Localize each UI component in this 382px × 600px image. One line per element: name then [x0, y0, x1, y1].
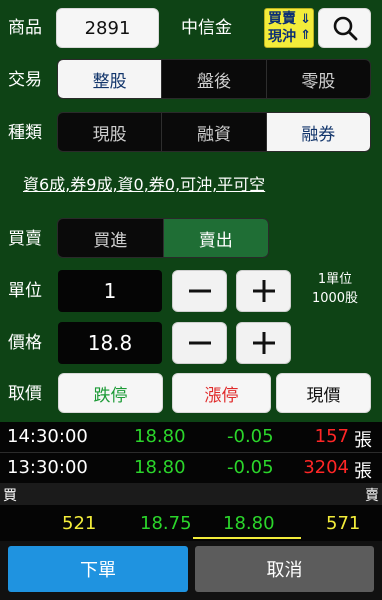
tick-unit: 張	[354, 430, 372, 451]
ask-price-underline	[193, 537, 301, 539]
current-price-label: 現價	[306, 385, 341, 406]
kind-option-short[interactable]: 融券	[266, 113, 370, 151]
tick-volume: 3204	[303, 457, 349, 478]
bid-header: 買	[3, 488, 17, 504]
price-label: 價格	[8, 333, 42, 353]
margin-info-line: 資6成,券9成,資0,券0,可沖,平可空	[23, 175, 266, 194]
minus-icon	[188, 289, 211, 293]
bid-price: 18.75	[140, 513, 192, 534]
search-icon	[333, 16, 357, 41]
submit-order-button[interactable]: 下單	[8, 546, 188, 592]
order-book-header: 買 賣	[0, 483, 382, 505]
order-kind-segment: 現股 融資 融券	[57, 112, 371, 152]
order-book-row: 521 18.75 18.80 571	[0, 505, 382, 541]
limit-up-label: 漲停	[204, 385, 239, 406]
tick-price: 18.80	[134, 457, 186, 478]
side-label: 買賣	[8, 229, 42, 249]
tick-row: 13:30:00 18.80 -0.05 3204 張	[0, 453, 382, 483]
submit-order-label: 下單	[80, 560, 116, 581]
tick-volume: 157	[314, 426, 349, 447]
cancel-label: 取消	[266, 560, 303, 581]
unit-note-1: 1單位	[317, 272, 353, 287]
unit-quantity-field[interactable]: 1	[58, 270, 162, 312]
ask-header: 賣	[365, 488, 379, 504]
price-decrement-button[interactable]	[172, 322, 227, 364]
price-value: 18.8	[87, 331, 133, 355]
trade-option-after-hours[interactable]: 盤後	[162, 60, 267, 98]
limit-up-button[interactable]: 漲停	[172, 373, 271, 413]
trade-option-odd-lot[interactable]: 零股	[267, 60, 370, 98]
fetch-price-label: 取價	[8, 384, 42, 404]
stock-code-input[interactable]: 2891	[56, 8, 159, 48]
tick-unit: 張	[354, 461, 372, 482]
trade-type-segment: 整股 盤後 零股	[57, 59, 371, 99]
current-price-button[interactable]: 現價	[276, 373, 371, 413]
search-button[interactable]	[318, 8, 371, 48]
double-arrow-icon: ⇓ ⇑	[300, 12, 311, 43]
side-option-sell[interactable]: 賣出	[163, 219, 268, 257]
tick-row: 14:30:00 18.80 -0.05 157 張	[0, 422, 382, 452]
price-field[interactable]: 18.8	[58, 322, 162, 364]
unit-quantity-value: 1	[103, 279, 117, 303]
ask-price: 18.80	[223, 513, 275, 534]
product-label: 商品	[8, 18, 42, 38]
daytrade-badge-line1: 買賣	[268, 11, 296, 27]
tick-time: 14:30:00	[7, 426, 88, 447]
trade-label: 交易	[8, 70, 42, 90]
unit-decrement-button[interactable]	[172, 270, 227, 312]
limit-down-button[interactable]: 跌停	[58, 373, 163, 413]
minus-icon	[188, 341, 211, 345]
limit-down-label: 跌停	[93, 385, 128, 406]
unit-label: 單位	[8, 281, 42, 301]
ask-quantity: 571	[326, 513, 361, 534]
trade-option-board-lot[interactable]: 整股	[58, 60, 163, 98]
tick-price: 18.80	[134, 426, 186, 447]
tick-change: -0.05	[227, 426, 274, 447]
tick-time: 13:30:00	[7, 457, 88, 478]
plus-icon	[252, 280, 275, 302]
daytrade-badge[interactable]: 買賣 現沖 ⇓ ⇑	[264, 8, 314, 48]
bid-quantity: 521	[62, 513, 97, 534]
stock-name: 中信金	[181, 18, 232, 38]
kind-option-margin[interactable]: 融資	[162, 113, 267, 151]
side-option-buy[interactable]: 買進	[58, 219, 164, 257]
unit-note-2: 1000股	[311, 291, 359, 306]
kind-label: 種類	[8, 123, 42, 143]
kind-option-cash[interactable]: 現股	[58, 113, 163, 151]
plus-icon	[252, 332, 275, 354]
unit-increment-button[interactable]	[236, 270, 291, 312]
price-increment-button[interactable]	[236, 322, 291, 364]
buy-sell-segment: 買進 賣出	[57, 218, 269, 258]
cancel-button[interactable]: 取消	[195, 546, 374, 592]
stock-code-value: 2891	[84, 17, 131, 39]
tick-change: -0.05	[227, 457, 274, 478]
daytrade-badge-line2: 現沖	[268, 29, 296, 45]
